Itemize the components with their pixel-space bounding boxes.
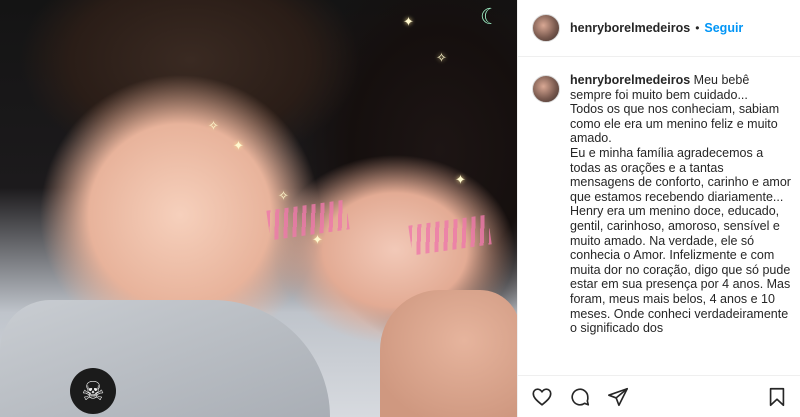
heart-icon[interactable] [530, 385, 554, 409]
header-username[interactable]: henryborelmedeiros [570, 21, 690, 35]
bookmark-icon[interactable] [765, 385, 789, 409]
sparkle-icon: ✦ [455, 172, 466, 187]
sparkle-icon: ✦ [312, 232, 323, 247]
caption-username[interactable]: henryborelmedeiros [570, 73, 690, 87]
caption-paragraph: Henry era um menino doce, educado, genti… [570, 204, 791, 336]
post-photo[interactable]: ☠ ✦ ✧ ✦ ✧ ✦ ✦ ✧ ☾ [0, 0, 517, 417]
sparkle-icon: ✧ [436, 50, 447, 65]
caption-avatar[interactable] [532, 75, 560, 103]
hand [380, 290, 517, 417]
caption-paragraph: Todos os que nos conheciam, sabiam como … [570, 102, 780, 146]
avatar[interactable] [532, 14, 560, 42]
moon-icon: ☾ [480, 4, 500, 29]
sparkle-icon: ✧ [278, 188, 289, 203]
blush-sticker-right [408, 214, 492, 256]
sparkle-icon: ✦ [233, 138, 244, 153]
share-icon[interactable] [606, 385, 630, 409]
sparkle-icon: ✦ [403, 14, 414, 29]
caption: henryborelmedeiros Meu bebê sempre foi m… [518, 73, 800, 373]
blush-sticker-left [266, 199, 350, 241]
comment-icon[interactable] [568, 385, 592, 409]
separator-dot: • [695, 21, 700, 35]
post-header: henryborelmedeiros • Seguir [518, 0, 800, 57]
caption-text: henryborelmedeiros Meu bebê sempre foi m… [570, 73, 791, 373]
post-side-panel: henryborelmedeiros • Seguir henryborelme… [517, 0, 800, 417]
action-bar [518, 375, 800, 417]
sparkle-icon: ✧ [208, 118, 219, 133]
follow-button[interactable]: Seguir [704, 21, 743, 35]
caption-paragraph: Eu e minha família agradecemos a todas a… [570, 145, 791, 204]
child-shirt [0, 300, 330, 417]
skull-icon: ☠ [70, 368, 116, 414]
